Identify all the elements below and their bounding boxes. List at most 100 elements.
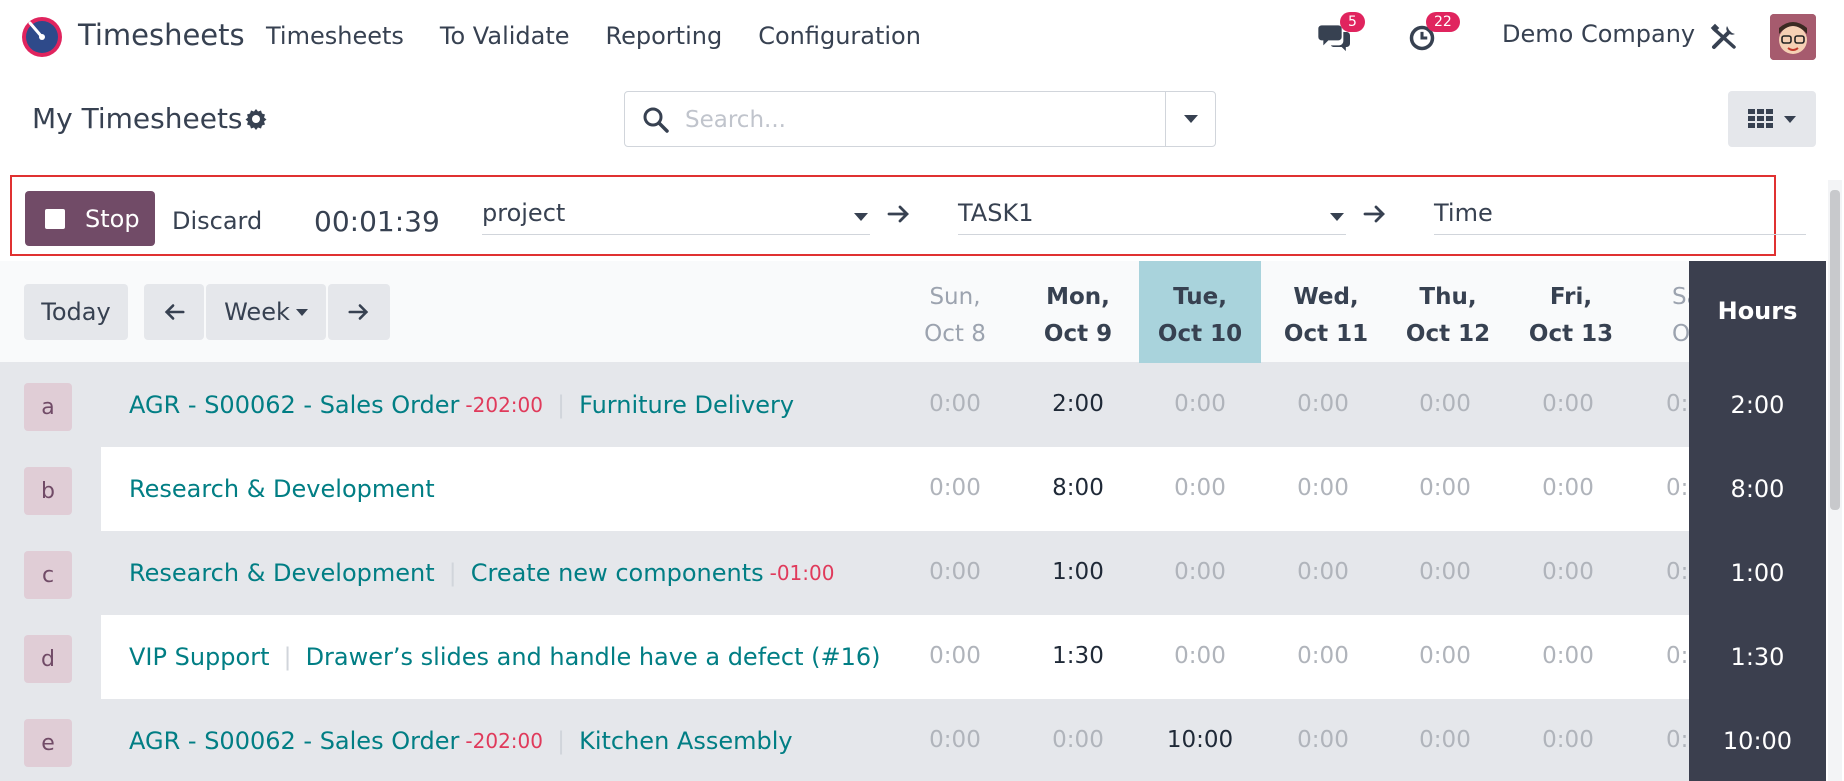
activities-button[interactable]: 22 [1406,12,1466,60]
project-link[interactable]: AGR - S00062 - Sales Order [129,727,459,755]
grid-cell[interactable]: 0:00 [1139,475,1261,501]
grid-cell[interactable]: 0:00 [1384,727,1506,753]
range-dropdown[interactable]: Week [206,284,326,340]
table-row: e AGR - S00062 - Sales Order -202:00 | K… [0,699,1689,781]
chevron-down-icon [1784,116,1796,123]
grid-cell[interactable]: 0:00 [1507,643,1629,669]
table-row: d VIP Support | Drawer’s slides and hand… [0,615,1689,699]
menu-to-validate[interactable]: To Validate [440,22,570,50]
gear-icon[interactable] [244,107,268,131]
hours-column [1689,261,1826,781]
company-switcher[interactable]: Demo Company [1502,20,1695,48]
task-link[interactable]: Furniture Delivery [579,391,794,419]
grid-cell[interactable]: 0: [1629,559,1689,585]
grid-cell[interactable]: 0:00 [1507,391,1629,417]
tools-icon[interactable] [1710,23,1738,51]
day-header-tue: Tue, Oct 10 [1157,284,1243,347]
grid-cell[interactable]: 0:00 [1507,559,1629,585]
project-link[interactable]: AGR - S00062 - Sales Order [129,391,459,419]
today-button[interactable]: Today [24,284,128,340]
search-icon [643,107,669,133]
chevron-down-icon [854,213,868,221]
description-field[interactable]: Time [1434,195,1806,235]
timesheets-logo-icon[interactable] [20,15,64,59]
user-avatar[interactable] [1770,14,1816,60]
hours-header: Hours [1717,297,1798,325]
grid-cell[interactable]: 2:00 [1017,391,1139,417]
grid-cell[interactable]: 0:00 [1384,391,1506,417]
discard-button[interactable]: Discard [172,207,262,235]
project-link[interactable]: Research & Development [129,559,435,587]
stop-label: Stop [85,204,140,233]
grid-cell[interactable]: 0:00 [894,391,1016,417]
task-link[interactable]: Create new components [471,559,764,587]
grid-cell[interactable]: 0:00 [1262,643,1384,669]
grid-cell[interactable]: 8:00 [1017,475,1139,501]
overtime-value: -202:00 [465,729,543,753]
grid-cell[interactable]: 0:00 [894,727,1016,753]
grid-cell[interactable]: 0:00 [1384,643,1506,669]
app-name[interactable]: Timesheets [78,18,245,52]
grid-cell[interactable]: 0:00 [894,559,1016,585]
grid-cell[interactable]: 10:00 [1139,727,1261,753]
menu-reporting[interactable]: Reporting [606,22,723,50]
grid-cell[interactable]: 0:00 [894,643,1016,669]
project-select[interactable]: project [482,195,870,235]
grid-cell[interactable]: 0:00 [1507,727,1629,753]
messages-badge: 5 [1340,12,1365,32]
arrow-left-icon [164,304,185,320]
overtime-value: -202:00 [465,393,543,417]
grid-cell[interactable]: 0:00 [1139,643,1261,669]
view-switcher-button[interactable] [1728,91,1816,147]
task-select[interactable]: TASK1 [958,195,1346,235]
stop-button[interactable]: Stop [25,191,155,246]
timer-display: 00:01:39 [314,205,440,238]
next-button[interactable] [328,284,390,340]
project-value: project [482,199,566,227]
grid-cell[interactable]: 0: [1629,475,1689,501]
grid-cell[interactable]: 1:00 [1017,559,1139,585]
row-total: 1:30 [1730,643,1785,671]
stop-icon [45,208,65,229]
row-label: Research & Development [129,475,435,503]
search-input[interactable] [685,103,1165,137]
grid-cell[interactable]: 0:00 [1017,727,1139,753]
separator: | [556,391,566,419]
grid-cell[interactable]: 0:00 [1262,391,1384,417]
day-header-mon: Mon, Oct 9 [1043,284,1113,347]
row-total: 1:00 [1730,559,1785,587]
row-avatar: b [24,467,72,515]
grid-cell[interactable]: 0: [1629,643,1689,669]
arrow-right-icon [348,304,369,320]
grid-cell[interactable]: 0:00 [894,475,1016,501]
scrollbar[interactable] [1828,180,1842,781]
messages-button[interactable]: 5 [1316,12,1376,60]
menu-configuration[interactable]: Configuration [758,22,921,50]
grid-cell[interactable]: 0:00 [1139,391,1261,417]
project-link[interactable]: Research & Development [129,475,435,503]
day-header-wed: Wed, Oct 11 [1283,284,1369,347]
scrollbar-thumb[interactable] [1830,190,1840,510]
menu-timesheets[interactable]: Timesheets [266,22,404,50]
grid-cell[interactable]: 0:00 [1262,727,1384,753]
previous-button[interactable] [144,284,204,340]
project-link[interactable]: VIP Support [129,643,269,671]
task-link[interactable]: Kitchen Assembly [579,727,793,755]
grid-cell[interactable]: 0:00 [1262,475,1384,501]
grid-cell[interactable]: 0:00 [1262,559,1384,585]
grid-cell[interactable]: 0: [1629,391,1689,417]
grid-cell[interactable]: 0:00 [1384,559,1506,585]
grid-view-icon [1748,109,1773,128]
table-row: b Research & Development 0:00 8:00 0:00 … [0,447,1689,531]
timesheet-grid: Today Week Sun, Oct 8 Mon, Oct 9 Tue, Oct 1… [0,261,1826,781]
grid-cell[interactable]: 0: [1629,727,1689,753]
search-options-toggle[interactable] [1165,92,1215,146]
description-value: Time [1434,199,1493,227]
main-menu: Timesheets To Validate Reporting Configu… [266,22,957,50]
day-header-sat: SaOc [1672,284,1692,347]
grid-cell[interactable]: 0:00 [1139,559,1261,585]
grid-cell[interactable]: 0:00 [1507,475,1629,501]
task-link[interactable]: Drawer’s slides and handle have a defect… [306,643,881,671]
grid-cell[interactable]: 0:00 [1384,475,1506,501]
grid-cell[interactable]: 1:30 [1017,643,1139,669]
